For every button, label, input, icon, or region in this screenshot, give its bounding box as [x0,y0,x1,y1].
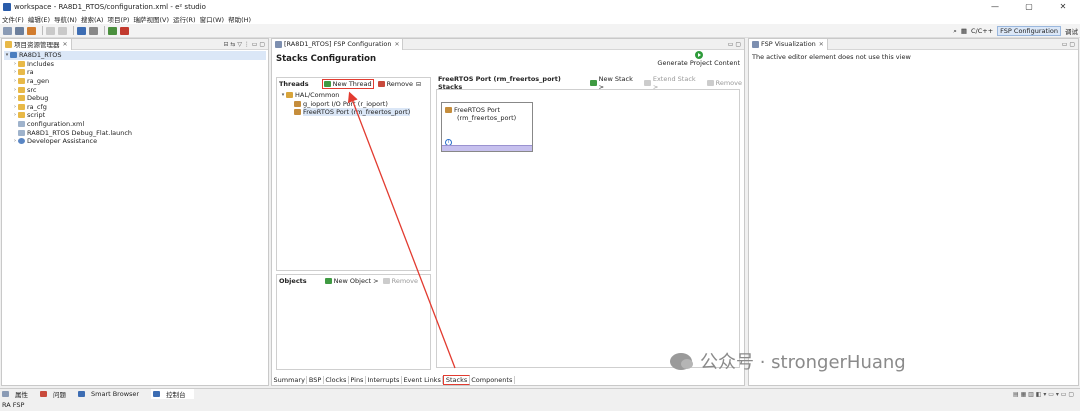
tab-console[interactable]: 控制台 [151,389,194,399]
wechat-icon [670,352,693,370]
tab-problems[interactable]: 问题 [40,389,72,399]
tab-smart-browser-label: Smart Browser [91,390,140,398]
problems-icon [40,391,47,397]
browser-icon [78,391,85,397]
tab-properties-label: 属性 [15,391,28,399]
tab-properties[interactable]: 属性 [2,389,34,399]
annotation-arrow-line [347,91,456,369]
status-bar: RA FSP [0,399,1080,411]
properties-icon [2,391,9,397]
annotation-arrow [347,91,456,369]
console-tab-bar: 属性 问题 Smart Browser 控制台 ▤ ▦ ▥ ◧ ▾ ▭ ▾ ▭ … [0,388,1080,399]
console-icon [153,391,161,397]
console-toolbar-icons[interactable]: ▤ ▦ ▥ ◧ ▾ ▭ ▾ ▭ ▢ [1013,391,1074,398]
watermark: 公众号 · strongerHuang [670,348,906,374]
tab-problems-label: 问题 [53,391,66,399]
tab-smart-browser[interactable]: Smart Browser [78,390,145,398]
tab-console-label: 控制台 [166,391,186,399]
watermark-text: 公众号 · strongerHuang [700,352,906,373]
